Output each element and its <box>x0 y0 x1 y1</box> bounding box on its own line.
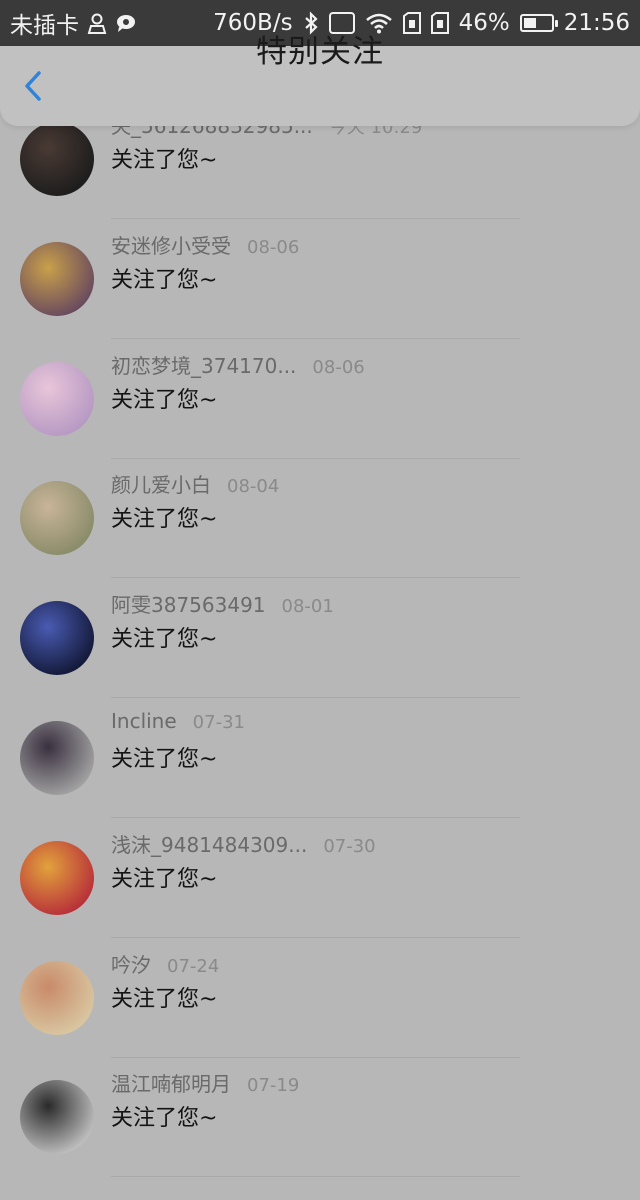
divider <box>111 577 520 579</box>
notification-message: 关注了您~ <box>111 747 218 772</box>
divider <box>111 936 520 938</box>
notification-message: 关注了您~ <box>111 507 218 533</box>
username[interactable]: 吟汐 07-24 <box>111 949 219 978</box>
username-text: 安迷修小受受 <box>111 233 231 258</box>
list-item[interactable]: 浅沫_9481484309... 07-30 关注了您~ <box>0 833 640 961</box>
divider <box>111 697 520 699</box>
divider <box>111 457 520 459</box>
back-button[interactable] <box>12 66 56 110</box>
username-text: 浅沫_9481484309... <box>111 832 308 857</box>
username-text: 初恋梦境_374170... <box>111 353 297 378</box>
timestamp: 08-06 <box>312 356 365 378</box>
username-text: 阿雯387563491 <box>111 593 266 618</box>
list-item[interactable]: 颜儿爱小白 08-04 关注了您~ <box>0 473 640 601</box>
list-item[interactable]: 安迷修小受受 08-06 关注了您~ <box>0 234 640 362</box>
notification-message: 关注了您~ <box>111 387 218 413</box>
timestamp: 08-01 <box>281 596 334 618</box>
username[interactable]: 温江喃郁明月 07-19 <box>111 1068 299 1097</box>
timestamp: 07-19 <box>247 1075 300 1097</box>
divider <box>111 337 520 339</box>
notification-message: 关注了您~ <box>111 866 218 892</box>
username-text: Incline <box>111 709 177 733</box>
list-item[interactable]: 温江喃郁明月 07-19 关注了您~ <box>0 1072 640 1200</box>
divider <box>111 817 520 818</box>
timestamp: 08-06 <box>247 236 300 258</box>
avatar[interactable] <box>20 361 94 436</box>
follower-list: 失_561268832985... 今天 10:29 关注了您~ 安迷修小受受 08-0… <box>0 0 640 1178</box>
username[interactable]: 安迷修小受受 08-06 <box>111 230 299 259</box>
notification-message: 关注了您~ <box>111 148 218 173</box>
username[interactable]: 浅沫_9481484309... 07-30 <box>111 829 376 858</box>
notification-message: 关注了您~ <box>111 267 218 293</box>
username[interactable]: Incline 07-31 <box>111 709 245 733</box>
avatar[interactable] <box>20 241 94 316</box>
list-item[interactable]: 失_561268832985... 今天 10:29 关注了您~ <box>0 114 640 242</box>
list-item[interactable]: Incline 07-31 关注了您~ <box>0 709 640 841</box>
header-bar <box>0 46 640 126</box>
timestamp: 08-04 <box>227 476 280 498</box>
notification-message: 关注了您~ <box>111 986 218 1012</box>
avatar[interactable] <box>20 481 94 556</box>
list-item[interactable]: 阿雯387563491 08-01 关注了您~ <box>0 593 640 721</box>
avatar[interactable] <box>20 721 94 795</box>
avatar[interactable] <box>20 122 94 196</box>
username-text: 吟汐 <box>111 952 151 977</box>
notification-message: 关注了您~ <box>111 627 218 653</box>
divider <box>111 1176 520 1178</box>
notification-message: 关注了您~ <box>111 1106 218 1132</box>
username[interactable]: 颜儿爱小白 08-04 <box>111 469 279 498</box>
divider <box>111 218 520 219</box>
username[interactable]: 初恋梦境_374170... 08-06 <box>111 350 365 379</box>
list-item[interactable]: 初恋梦境_374170... 08-06 关注了您~ <box>0 354 640 482</box>
timestamp: 07-24 <box>167 955 220 977</box>
timestamp: 07-30 <box>323 835 376 857</box>
list-item[interactable]: 吟汐 07-24 关注了您~ <box>0 953 640 1081</box>
avatar[interactable] <box>20 1080 94 1155</box>
avatar[interactable] <box>20 960 94 1035</box>
timestamp: 07-31 <box>192 712 245 733</box>
username-text: 温江喃郁明月 <box>111 1072 231 1097</box>
avatar[interactable] <box>20 601 94 676</box>
username-text: 颜儿爱小白 <box>111 473 211 498</box>
divider <box>111 1056 520 1058</box>
chevron-left-icon <box>21 69 47 107</box>
username[interactable]: 阿雯387563491 08-01 <box>111 589 334 618</box>
avatar[interactable] <box>20 840 94 915</box>
